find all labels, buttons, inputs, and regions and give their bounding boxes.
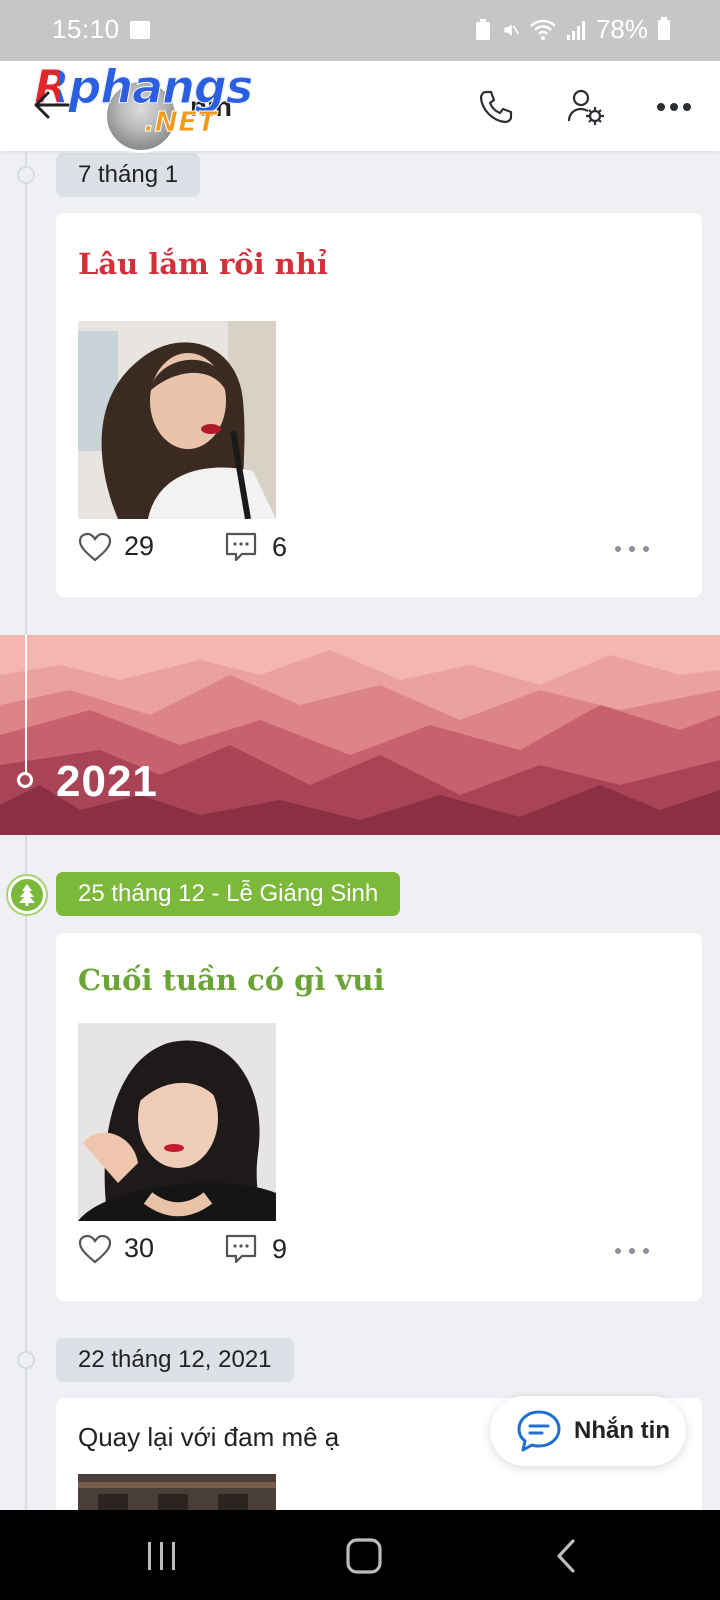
post-title[interactable]: Lâu lắm rồi nhỉ <box>78 247 328 281</box>
signal-icon <box>566 20 585 40</box>
home-icon <box>346 1538 382 1574</box>
system-back-icon <box>557 1539 575 1573</box>
comment-count: 9 <box>272 1233 288 1264</box>
system-nav-bar <box>0 1510 720 1600</box>
more-icon <box>657 103 691 111</box>
battery-icon <box>658 16 670 40</box>
comment-button[interactable]: 9 <box>224 1233 287 1265</box>
comment-icon <box>225 1234 257 1264</box>
timeline-dot <box>17 166 35 184</box>
recent-apps-icon <box>148 1542 175 1570</box>
app-header: nin Rphangs .NET <box>0 61 720 153</box>
post-card[interactable]: Cuối tuần có gì vui 30 9 <box>56 933 702 1301</box>
post-photo[interactable] <box>78 321 276 519</box>
photo-portrait-1 <box>78 321 276 519</box>
back-button[interactable] <box>30 83 74 127</box>
home-button[interactable] <box>340 1532 388 1580</box>
post-actions: 29 6 <box>78 531 680 571</box>
tree-circle <box>11 879 43 911</box>
user-settings-icon <box>567 89 604 125</box>
status-time: 15:10 <box>52 14 120 44</box>
like-count: 30 <box>124 1233 155 1263</box>
recent-apps-button[interactable] <box>138 1532 186 1580</box>
post-card[interactable]: Lâu lắm rồi nhỉ 29 6 <box>56 213 702 597</box>
chat-bubble-icon <box>517 1410 561 1452</box>
profile-settings-button[interactable] <box>562 83 610 131</box>
heart-icon <box>78 1234 112 1263</box>
heart-icon <box>78 532 112 561</box>
year-dot <box>17 772 33 788</box>
wifi-icon <box>530 19 556 40</box>
christmas-tree-icon <box>19 884 35 906</box>
comment-icon <box>225 532 257 562</box>
status-right-group: 78% <box>474 14 670 45</box>
date-chip: 22 tháng 12, 2021 <box>56 1338 294 1382</box>
message-button-label: Nhắn tin <box>574 1417 670 1444</box>
post-title[interactable]: Cuối tuần có gì vui <box>78 963 385 997</box>
comment-count: 6 <box>272 531 288 562</box>
battery-percent: 78% <box>595 14 648 44</box>
comment-button[interactable]: 6 <box>224 531 287 563</box>
battery-saver-icon <box>475 18 490 40</box>
message-button[interactable]: Nhắn tin <box>490 1396 686 1466</box>
system-back-button[interactable] <box>542 1532 590 1580</box>
post-actions: 30 9 <box>78 1233 680 1273</box>
year-banner: 2021 <box>0 635 720 835</box>
like-button[interactable]: 30 <box>78 1233 154 1264</box>
call-button[interactable] <box>472 83 520 131</box>
post-photo[interactable] <box>78 1023 276 1221</box>
status-bar: 15:10 78% <box>0 0 720 61</box>
holiday-badge <box>6 874 48 916</box>
mute-icon <box>504 23 520 36</box>
post-title[interactable]: Quay lại với đam mê ạ <box>78 1422 339 1453</box>
like-button[interactable]: 29 <box>78 531 154 562</box>
like-count: 29 <box>124 531 155 561</box>
gallery-notification-icon <box>130 21 150 39</box>
timeline-dot <box>17 1351 35 1369</box>
holiday-date-chip: 25 tháng 12 - Lễ Giáng Sinh <box>56 872 401 916</box>
phone-icon <box>479 90 513 124</box>
post-more-icon[interactable] <box>614 1241 650 1261</box>
more-options-button[interactable] <box>650 83 698 131</box>
photo-portrait-2 <box>78 1023 276 1221</box>
post-more-icon[interactable] <box>614 539 650 559</box>
year-label: 2021 <box>56 757 158 806</box>
date-chip: 7 tháng 1 <box>56 153 201 197</box>
back-arrow-icon <box>34 91 70 119</box>
year-timeline-line <box>25 635 27 775</box>
watermark-bottom: .NET <box>143 105 217 139</box>
